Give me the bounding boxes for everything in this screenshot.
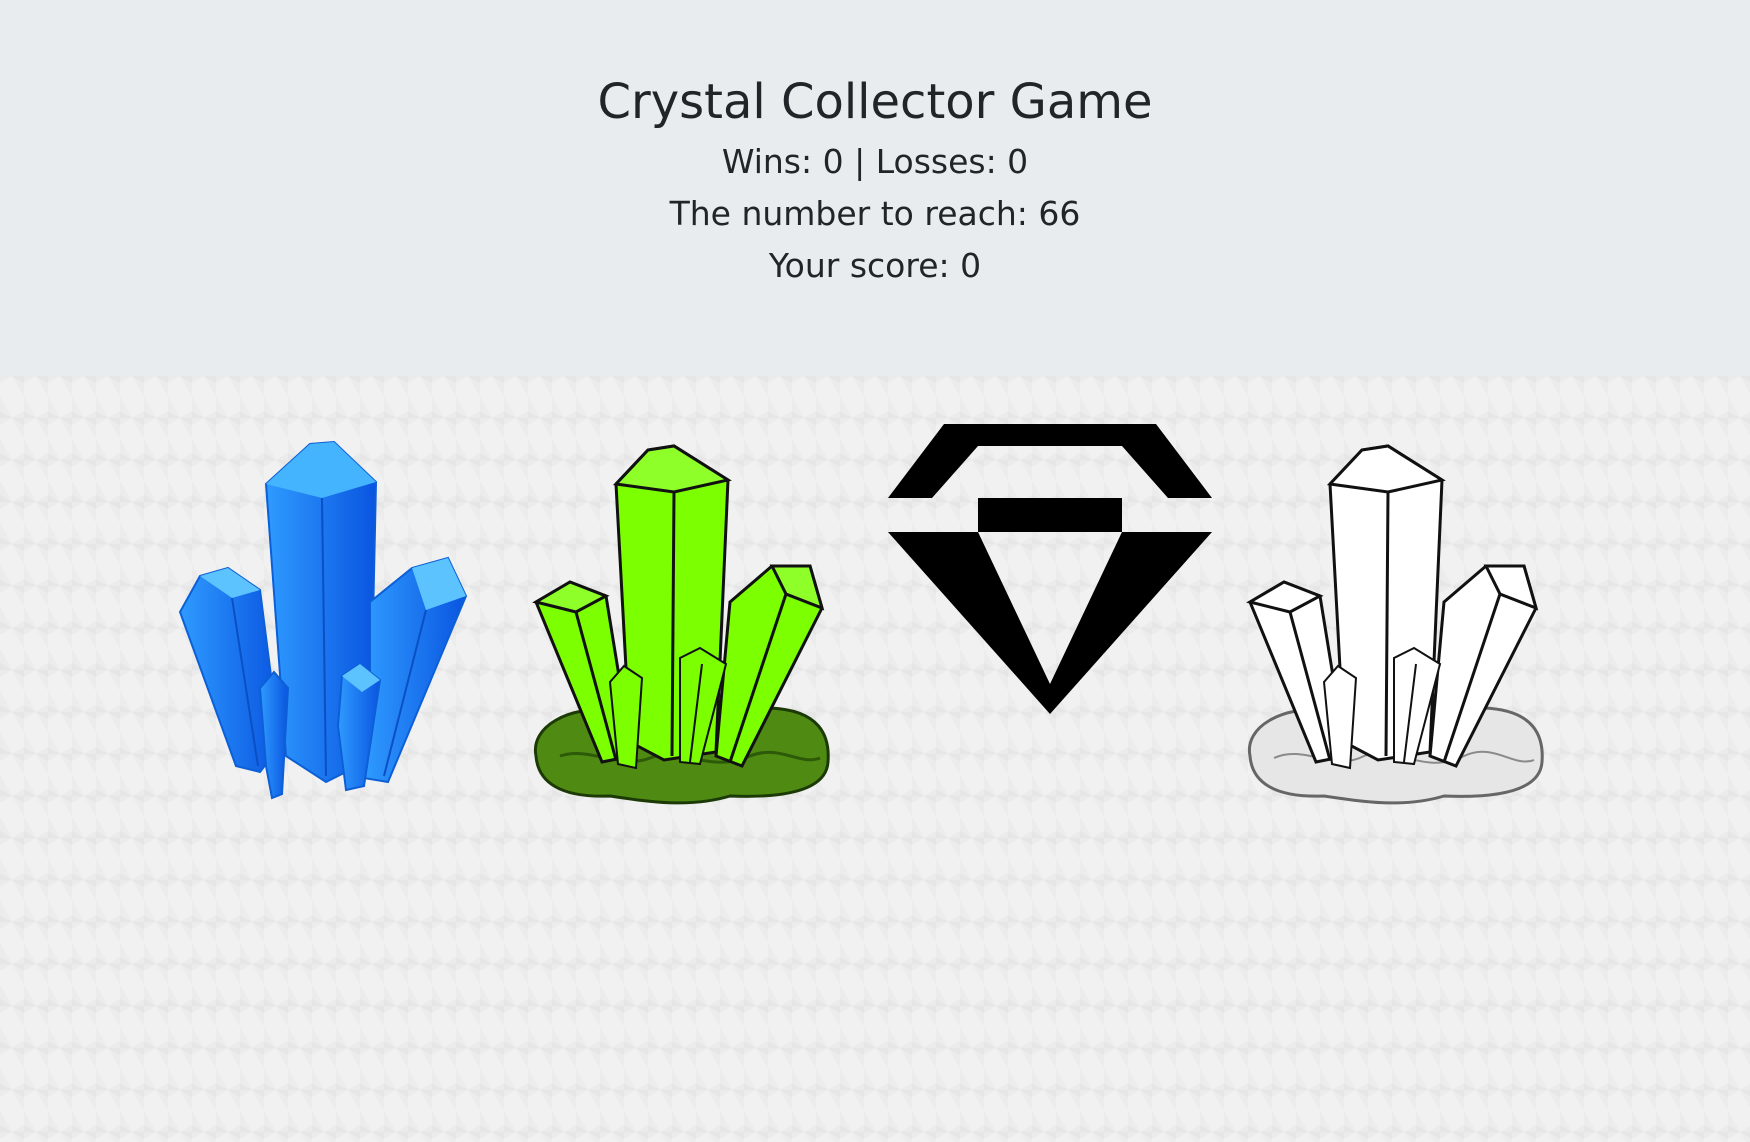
game-header: Crystal Collector Game Wins: 0 | Losses:… — [0, 0, 1750, 376]
white-crystal-button[interactable] — [1244, 426, 1550, 806]
target-number: The number to reach: 66 — [669, 194, 1081, 233]
diamond-icon — [888, 424, 1212, 714]
wins-losses-counter: Wins: 0 | Losses: 0 — [721, 142, 1029, 181]
black-diamond-button[interactable] — [888, 424, 1212, 714]
crystal-play-area — [0, 376, 1750, 1142]
blue-crystal-icon — [178, 440, 468, 800]
blue-crystal-button[interactable] — [176, 426, 502, 806]
green-crystal-button[interactable] — [530, 426, 836, 806]
page-title: Crystal Collector Game — [597, 74, 1153, 130]
green-crystal-icon — [532, 444, 830, 805]
white-crystal-icon — [1246, 444, 1544, 805]
current-score: Your score: 0 — [768, 246, 982, 285]
